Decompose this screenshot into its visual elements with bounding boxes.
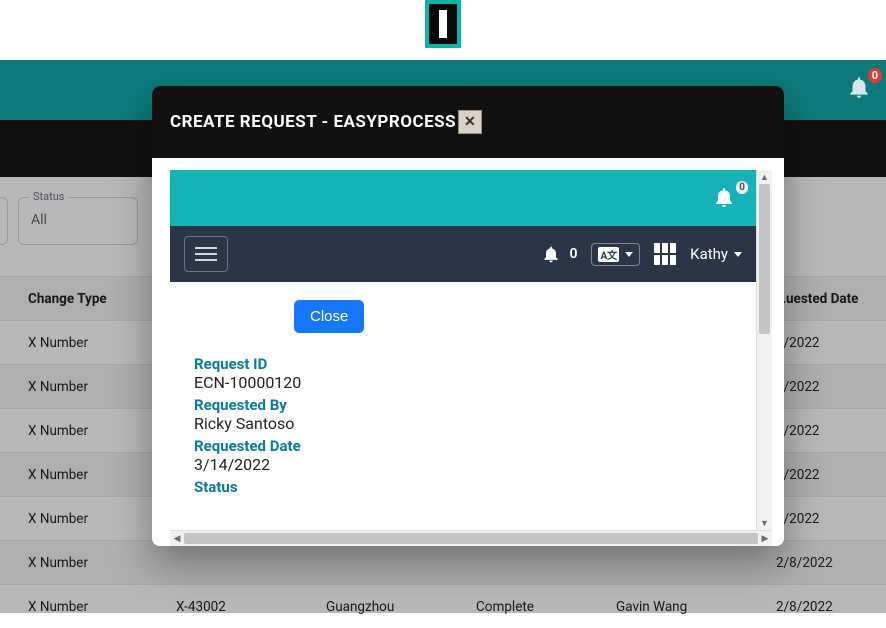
horizontal-scrollbar[interactable]: ◀ ▶ xyxy=(170,530,772,546)
status-label: Status xyxy=(194,478,736,496)
bell-icon xyxy=(541,244,561,264)
modal-body: 0 0 A文 xyxy=(152,158,784,546)
create-request-modal: CREATE REQUEST - EASYPROCESS ✕ 0 0 xyxy=(152,86,784,546)
scroll-thumb[interactable] xyxy=(184,533,758,544)
embedded-main: Close Request ID ECN-10000120 Requested … xyxy=(170,282,756,496)
scroll-down-arrow-icon[interactable]: ▼ xyxy=(757,516,772,530)
embedded-bell-badge: 0 xyxy=(736,181,748,194)
navbar-notifications[interactable]: 0 xyxy=(541,244,577,264)
modal-titlebar: CREATE REQUEST - EASYPROCESS ✕ xyxy=(152,86,784,158)
modal-title: CREATE REQUEST - EASYPROCESS xyxy=(170,112,456,132)
apps-grid-icon[interactable] xyxy=(654,243,676,265)
request-id-label: Request ID xyxy=(194,355,736,373)
embedded-header: 0 xyxy=(170,170,756,226)
requested-by-value: Ricky Santoso xyxy=(194,414,736,433)
navbar-notif-count: 0 xyxy=(569,246,577,262)
notification-bell-area[interactable]: 0 xyxy=(846,74,872,104)
requested-date-value: 3/14/2022 xyxy=(194,455,736,474)
scroll-up-arrow-icon[interactable]: ▲ xyxy=(757,170,772,184)
bell-icon xyxy=(712,185,736,209)
user-name: Kathy xyxy=(690,245,728,263)
chevron-down-icon xyxy=(734,252,742,257)
language-switch[interactable]: A文 xyxy=(591,243,640,266)
scroll-thumb[interactable] xyxy=(759,184,770,334)
chevron-down-icon xyxy=(625,252,633,257)
scroll-left-arrow-icon[interactable]: ◀ xyxy=(170,534,184,544)
requested-date-label: Requested Date xyxy=(194,437,736,455)
embedded-navbar: 0 A文 Kathy xyxy=(170,226,756,282)
scroll-right-arrow-icon[interactable]: ▶ xyxy=(758,534,772,544)
vertical-scrollbar[interactable]: ▲ ▼ xyxy=(756,170,772,530)
modal-close-button[interactable]: ✕ xyxy=(458,110,482,134)
request-id-value: ECN-10000120 xyxy=(194,373,736,392)
top-indicator xyxy=(425,0,461,48)
notification-badge: 0 xyxy=(868,68,882,83)
embedded-frame: 0 0 A文 xyxy=(170,170,772,530)
language-icon: A文 xyxy=(598,247,619,262)
requested-by-label: Requested By xyxy=(194,396,736,414)
embedded-bell[interactable]: 0 xyxy=(712,185,736,213)
hamburger-menu[interactable] xyxy=(184,236,228,272)
close-button[interactable]: Close xyxy=(294,300,364,333)
user-menu[interactable]: Kathy xyxy=(690,245,742,263)
